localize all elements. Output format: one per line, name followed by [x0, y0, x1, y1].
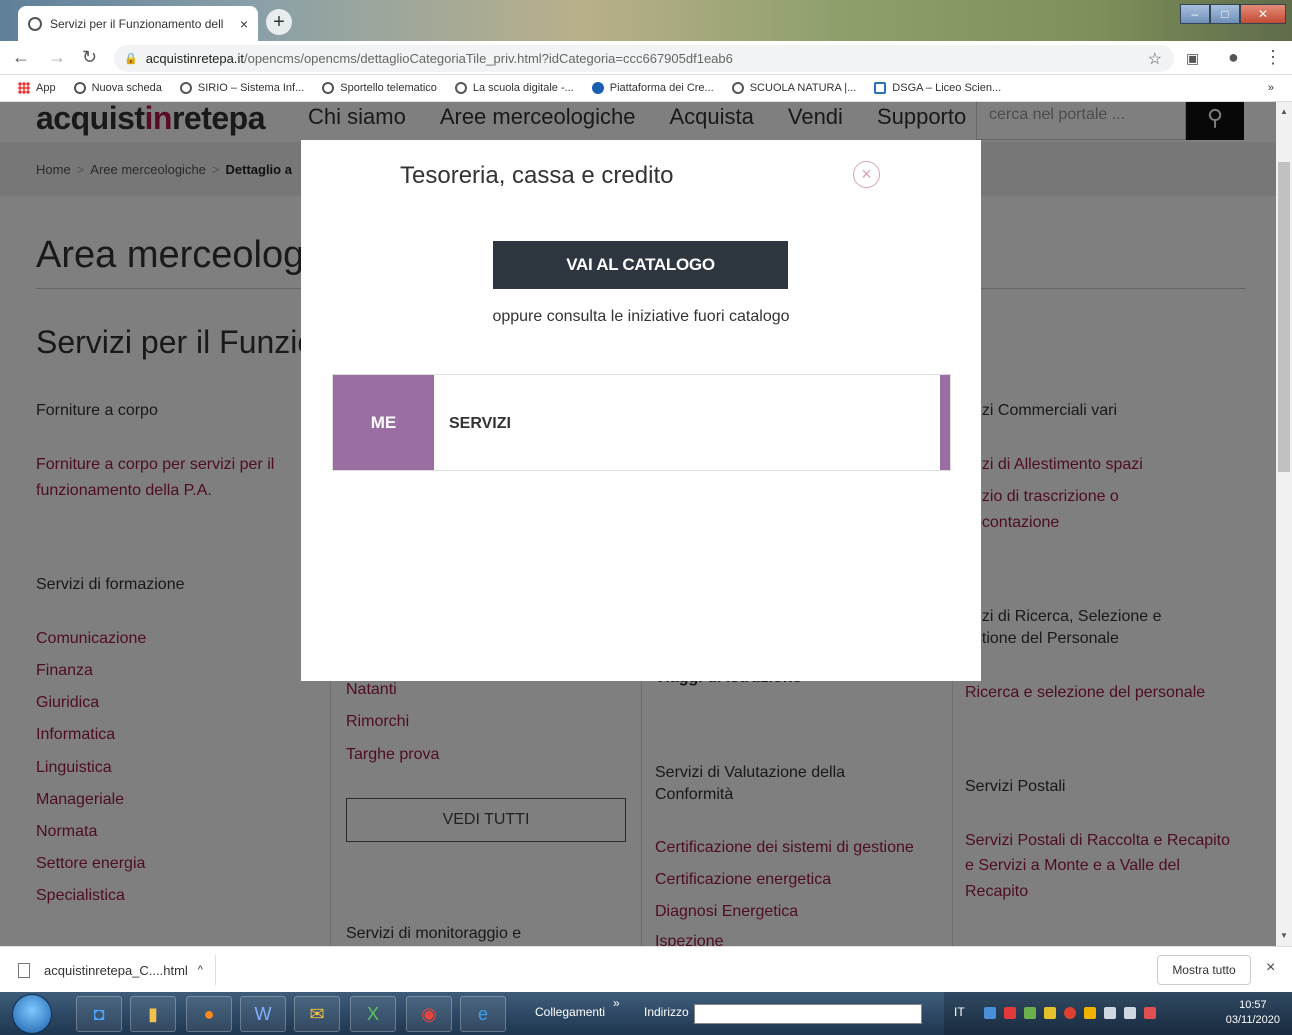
taskbar: ◘ ▮ ● W ✉ X ◉ e Collegamenti » Indirizzo… — [0, 992, 1292, 1035]
browser-tab[interactable]: Servizi per il Funzionamento dell × — [18, 6, 258, 41]
links-more[interactable]: » — [613, 996, 620, 1010]
excel-icon[interactable]: X — [350, 996, 396, 1032]
tray-icon[interactable] — [984, 1007, 996, 1019]
language-indicator[interactable]: IT — [954, 1005, 965, 1019]
network-icon[interactable] — [1104, 1007, 1116, 1019]
globe-icon — [731, 82, 744, 94]
taskbar-address-field[interactable] — [694, 1004, 922, 1024]
reload-icon[interactable]: ↻ — [82, 47, 97, 68]
menu-icon[interactable]: ⋮ — [1264, 47, 1282, 68]
firefox-icon[interactable]: ● — [186, 996, 232, 1032]
window-controls: – □ ✕ — [1180, 4, 1286, 24]
apps-icon — [18, 82, 30, 94]
minimize-button[interactable]: – — [1180, 4, 1210, 24]
bookmark-item[interactable]: DSGA – Liceo Scien... — [874, 82, 1001, 94]
bookmark-apps[interactable]: App — [18, 82, 56, 94]
forward-icon[interactable]: → — [48, 47, 66, 68]
download-filename: acquistinretepa_C....html — [44, 962, 188, 978]
modal-subtitle: oppure consulta le iniziative fuori cata… — [492, 308, 790, 325]
profile-icon[interactable]: ● — [1228, 47, 1239, 68]
downloads-bar: acquistinretepa_C....html ^ Mostra tutto… — [0, 946, 1292, 992]
bookmark-item[interactable]: La scuola digitale -... — [454, 82, 574, 94]
bookmark-star-icon[interactable]: ☆ — [1148, 49, 1162, 69]
chevron-up-icon[interactable]: ^ — [198, 964, 203, 976]
clock[interactable]: 10:57 03/11/2020 — [1226, 998, 1280, 1028]
address-bar: ← → ↻ 🔒 acquistinretepa.it /opencms/open… — [0, 41, 1292, 75]
tray-icon[interactable] — [1044, 1007, 1056, 1019]
back-icon[interactable]: ← — [12, 47, 30, 68]
bookmark-item[interactable]: Nuova scheda — [73, 82, 162, 94]
initiative-badge: ME — [333, 375, 434, 470]
clock-time: 10:57 — [1239, 999, 1267, 1011]
download-item[interactable]: acquistinretepa_C....html ^ — [18, 955, 216, 985]
bookmark-item[interactable]: Sportello telematico — [322, 82, 437, 94]
scroll-up-icon[interactable]: ▲ — [1276, 104, 1292, 120]
bookmark-item[interactable]: SIRIO – Sistema Inf... — [179, 82, 304, 94]
chrome-icon[interactable]: ◉ — [406, 996, 452, 1032]
vai-al-catalogo-button[interactable]: VAI AL CATALOGO — [493, 241, 788, 289]
globe-icon — [322, 82, 335, 94]
flag-icon[interactable] — [1144, 1007, 1156, 1019]
scroll-down-icon[interactable]: ▼ — [1276, 928, 1292, 944]
links-label: Collegamenti — [535, 1005, 606, 1019]
show-all-button[interactable]: Mostra tutto — [1157, 955, 1251, 985]
lock-icon: 🔒 — [124, 53, 138, 65]
word-icon[interactable]: W — [240, 996, 286, 1032]
globe-icon — [28, 16, 42, 31]
clock-date: 03/11/2020 — [1225, 1014, 1280, 1026]
start-button[interactable] — [12, 994, 52, 1034]
system-tray: IT 10:57 03/11/2020 — [944, 992, 1292, 1035]
tray-icon[interactable] — [1084, 1007, 1096, 1019]
globe-icon — [73, 82, 86, 94]
initiative-card[interactable]: ME SERVIZI — [332, 374, 951, 471]
school-icon — [874, 82, 887, 94]
volume-icon[interactable] — [1124, 1007, 1136, 1019]
tray-icon[interactable] — [1024, 1007, 1036, 1019]
close-icon[interactable]: × — [1266, 959, 1275, 977]
bookmarks-bar: App Nuova scheda SIRIO – Sistema Inf... … — [0, 75, 1292, 102]
initiative-label: SERVIZI — [449, 415, 511, 432]
maximize-button[interactable]: □ — [1210, 4, 1240, 24]
tab-title: Servizi per il Funzionamento dell — [50, 16, 224, 31]
modal-title: Tesoreria, cassa e credito — [400, 162, 674, 189]
extension-icon[interactable]: ▣ — [1186, 50, 1199, 67]
outlook-icon[interactable]: ◘ — [76, 996, 122, 1032]
file-icon — [18, 962, 30, 978]
address-label: Indirizzo — [644, 1005, 689, 1019]
close-icon[interactable]: × — [853, 161, 880, 188]
globe-icon — [179, 82, 192, 94]
catalog-modal: Tesoreria, cassa e credito × VAI AL CATA… — [301, 140, 981, 681]
tab-close-icon[interactable]: × — [240, 16, 248, 32]
platform-icon — [591, 82, 604, 94]
mail-icon[interactable]: ✉ — [294, 996, 340, 1032]
close-window-button[interactable]: ✕ — [1240, 4, 1286, 24]
url-path: /opencms/opencms/dettaglioCategoriaTile_… — [243, 51, 733, 66]
url-field[interactable]: 🔒 acquistinretepa.it /opencms/opencms/de… — [114, 45, 1174, 72]
url-host: acquistinretepa.it — [145, 51, 244, 66]
bookmark-item[interactable]: SCUOLA NATURA |... — [731, 82, 856, 94]
globe-icon — [454, 82, 467, 94]
bookmarks-more[interactable]: » — [1268, 82, 1274, 94]
folder-icon[interactable]: ▮ — [130, 996, 176, 1032]
ie-icon[interactable]: e — [460, 996, 506, 1032]
tray-icon[interactable] — [1004, 1007, 1016, 1019]
scrollbar-thumb[interactable] — [1278, 162, 1290, 472]
bookmark-item[interactable]: Piattaforma dei Cre... — [591, 82, 714, 94]
card-accent-strip — [940, 375, 950, 470]
opera-icon[interactable] — [1064, 1007, 1076, 1019]
browser-tab-strip: Servizi per il Funzionamento dell × + – … — [0, 0, 1292, 41]
new-tab-button[interactable]: + — [266, 9, 292, 35]
